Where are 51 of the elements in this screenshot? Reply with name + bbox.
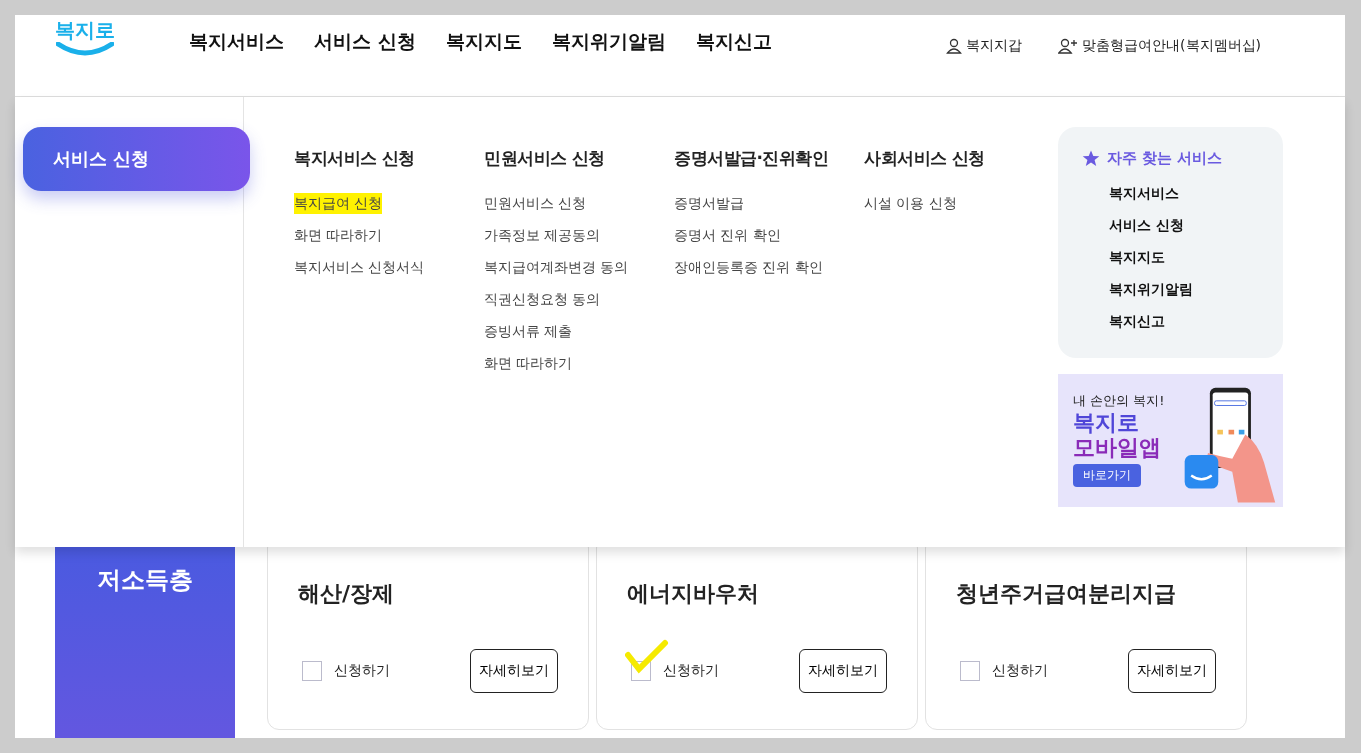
menu-heading: 민원서비스 신청 bbox=[484, 147, 605, 170]
app-banner[interactable]: 내 손안의 복지! 복지로 모바일앱 바로가기 bbox=[1058, 374, 1283, 507]
menu-link[interactable]: 화면 따라하기 bbox=[294, 225, 383, 246]
menu-link[interactable]: 복지서비스 신청서식 bbox=[294, 257, 425, 278]
apply-checkbox[interactable]: 신청하기 bbox=[627, 661, 719, 681]
nav-link[interactable]: 서비스 신청 bbox=[314, 29, 416, 55]
banner-subtitle: 내 손안의 복지! bbox=[1073, 392, 1165, 410]
person-add-icon bbox=[1058, 38, 1079, 54]
star-icon bbox=[1082, 150, 1100, 167]
nav-link[interactable]: 복지서비스 bbox=[189, 29, 284, 55]
menu-link[interactable]: 증명서 진위 확인 bbox=[674, 225, 781, 246]
menu-link[interactable]: 가족정보 제공동의 bbox=[484, 225, 601, 246]
apply-checkbox[interactable]: 신청하기 bbox=[298, 661, 390, 681]
favorite-link[interactable]: 복지위기알림 bbox=[1109, 279, 1193, 300]
utility-link[interactable]: 맞춤형급여안내(복지멤버십) bbox=[1058, 37, 1261, 55]
banner-title: 모바일앱 bbox=[1073, 435, 1161, 460]
favorites-title: 자주 찾는 서비스 bbox=[1107, 149, 1223, 168]
apply-checkbox[interactable]: 신청하기 bbox=[956, 661, 1048, 681]
detail-button[interactable]: 자세히보기 bbox=[470, 649, 558, 693]
favorite-link[interactable]: 복지지도 bbox=[1109, 247, 1165, 268]
favorite-link[interactable]: 서비스 신청 bbox=[1109, 215, 1184, 236]
favorite-link[interactable]: 복지서비스 bbox=[1109, 183, 1179, 204]
menu-link[interactable]: 화면 따라하기 bbox=[484, 353, 573, 374]
menu-link[interactable]: 복지급여계좌변경 동의 bbox=[484, 257, 629, 278]
category-title: 저소득층 bbox=[97, 566, 193, 594]
smile-icon bbox=[56, 42, 114, 56]
menu-heading: 사회서비스 신청 bbox=[864, 147, 985, 170]
detail-button[interactable]: 자세히보기 bbox=[799, 649, 887, 693]
go-button[interactable]: 바로가기 bbox=[1073, 464, 1141, 487]
menu-link[interactable]: 증명서발급 bbox=[674, 193, 744, 214]
menu-link[interactable]: 장애인등록증 진위 확인 bbox=[674, 257, 823, 278]
logo-text: 복지로 bbox=[55, 17, 115, 44]
menu-link[interactable]: 직권신청요청 동의 bbox=[484, 289, 601, 310]
card-title: 청년주거급여분리지급 bbox=[956, 580, 1177, 608]
favorite-link[interactable]: 복지신고 bbox=[1109, 311, 1165, 332]
nav-link[interactable]: 복지위기알림 bbox=[551, 29, 666, 55]
menu-link[interactable]: 증빙서류 제출 bbox=[484, 321, 573, 342]
banner-title: 복지로 bbox=[1073, 410, 1139, 435]
detail-button[interactable]: 자세히보기 bbox=[1128, 649, 1216, 693]
utility-link[interactable]: 복지지갑 bbox=[946, 37, 1023, 55]
menu-heading: 증명서발급·진위확인 bbox=[674, 147, 829, 170]
menu-link[interactable]: 시설 이용 신청 bbox=[864, 193, 957, 214]
card-title: 에너지바우처 bbox=[627, 580, 760, 608]
menu-heading: 복지서비스 신청 bbox=[294, 147, 415, 170]
nav-link[interactable]: 복지신고 bbox=[695, 29, 772, 55]
card-title: 해산/장제 bbox=[298, 580, 396, 608]
active-menu-button[interactable]: 서비스 신청 bbox=[23, 127, 250, 191]
person-icon bbox=[946, 38, 963, 54]
menu-link[interactable]: 민원서비스 신청 bbox=[484, 193, 587, 214]
menu-link[interactable]: 복지급여 신청 bbox=[294, 193, 383, 214]
nav-link[interactable]: 복지지도 bbox=[445, 29, 522, 55]
